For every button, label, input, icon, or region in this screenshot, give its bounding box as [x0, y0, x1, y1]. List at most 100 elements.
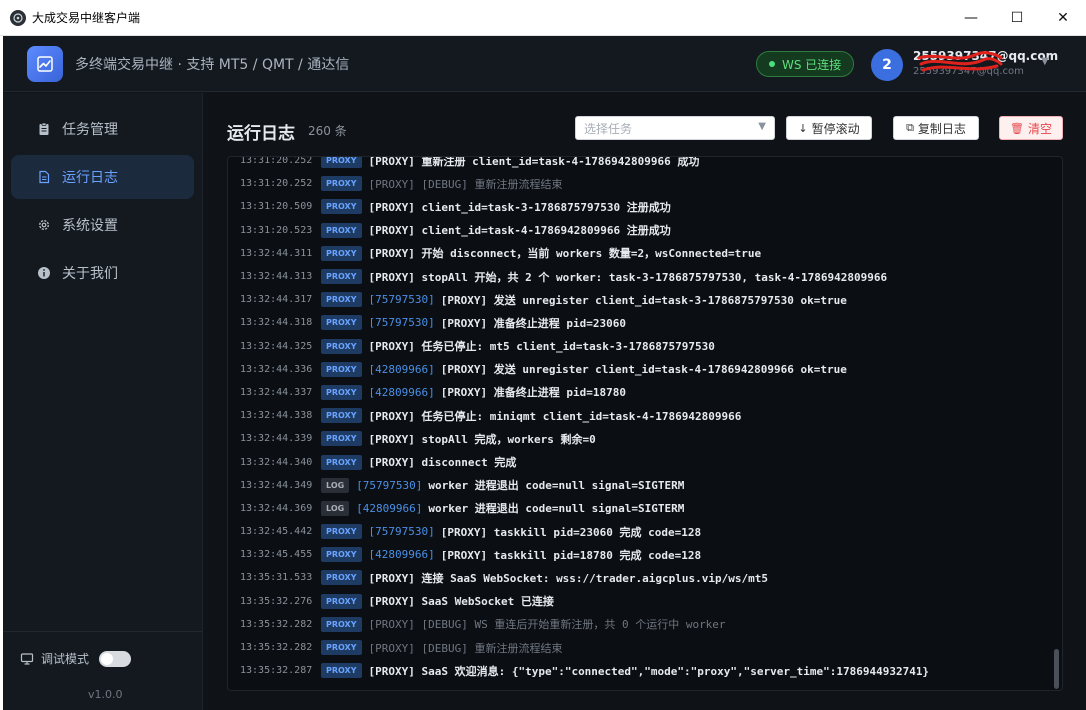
log-row: 13:31:20.509 PROXY [PROXY] client_id=task-…: [228, 195, 1048, 218]
pause-scroll-button[interactable]: ↓ 暂停滚动: [786, 116, 872, 140]
log-level-badge: LOG: [321, 477, 350, 493]
log-level-badge: PROXY: [321, 176, 362, 192]
debug-mode-toggle[interactable]: [99, 650, 132, 667]
log-level-badge: PROXY: [321, 269, 362, 285]
log-message: [PROXY] [DEBUG] 重新注册流程结束: [368, 641, 563, 655]
debug-mode-label: 调试模式: [41, 652, 90, 666]
app-header-title: 多终端交易中继 · 支持 MT5 / QMT / 通达信: [75, 56, 350, 73]
log-message: [PROXY] taskkill pid=23060 完成 code=128: [440, 525, 702, 539]
log-row: 13:32:44.313 PROXY [PROXY] stopAll 开始，共 2 …: [228, 265, 1048, 288]
log-row: 13:31:20.252 PROXY [PROXY] 重新注册 client_id=…: [228, 156, 1048, 172]
log-source-id: [42809966]: [368, 548, 435, 562]
log-level-badge: PROXY: [321, 157, 362, 169]
info-icon: [36, 265, 52, 281]
chevron-down-icon[interactable]: ▼: [1041, 56, 1049, 67]
log-timestamp: 13:32:45.455: [240, 549, 313, 561]
log-level-badge: PROXY: [321, 292, 362, 308]
log-timestamp: 13:31:20.523: [240, 224, 313, 236]
pause-scroll-label: 暂停滚动: [811, 121, 860, 136]
log-panel[interactable]: 13:31:20.252 PROXY [PROXY] 重新注册 client_id=…: [227, 156, 1063, 691]
toggle-knob: [101, 652, 114, 665]
log-source-id: [75797530]: [368, 293, 435, 307]
sidebar-item-label: 运行日志: [62, 170, 118, 186]
log-row: 13:32:44.349 LOG [75797530] worker 进程退出 cod…: [228, 474, 1048, 497]
log-row: 13:32:44.338 PROXY [PROXY] 任务已停止: miniqmt …: [228, 404, 1048, 427]
avatar[interactable]: 2: [871, 49, 903, 81]
sidebar-item-tasks[interactable]: 任务管理: [11, 107, 194, 151]
log-row: 13:32:45.442 PROXY [75797530] [PROXY] taskk…: [228, 520, 1048, 543]
log-message: [PROXY] disconnect 完成: [368, 456, 517, 470]
log-timestamp: 13:32:44.340: [240, 456, 313, 468]
log-timestamp: 13:31:20.509: [240, 201, 313, 213]
log-message: [PROXY] 重新注册 client_id=task-4-1786942809…: [368, 156, 700, 168]
log-timestamp: 13:35:32.276: [240, 595, 313, 607]
log-level-badge: PROXY: [321, 454, 362, 470]
log-level-badge: PROXY: [321, 338, 362, 354]
log-level-badge: PROXY: [321, 384, 362, 400]
log-row: 13:35:31.533 PROXY [PROXY] 连接 SaaS WebSock…: [228, 566, 1048, 589]
clipboard-icon: [36, 121, 52, 137]
debug-mode-row: 调试模式: [20, 650, 132, 667]
clear-log-button[interactable]: 🗑 清空: [999, 116, 1063, 140]
trash-icon: 🗑: [1010, 121, 1024, 135]
log-message: [PROXY] 任务已停止: mt5 client_id=task-3-1786…: [368, 340, 715, 354]
arrow-down-icon: ↓: [798, 121, 808, 135]
log-message: [PROXY] [DEBUG] WS 重连后开始重新注册，共 0 个运行中 wo…: [368, 618, 726, 632]
log-row: 13:32:44.339 PROXY [PROXY] stopAll 完成，work…: [228, 427, 1048, 450]
task-select-placeholder: 选择任务: [584, 121, 633, 136]
sidebar-item-about[interactable]: 关于我们: [11, 251, 194, 295]
log-level-badge: LOG: [321, 500, 350, 516]
monitor-icon: [20, 652, 34, 665]
log-timestamp: 13:32:44.339: [240, 433, 313, 445]
sidebar-item-label: 关于我们: [62, 266, 118, 282]
log-timestamp: 13:31:20.252: [240, 178, 313, 190]
log-timestamp: 13:32:44.349: [240, 479, 313, 491]
log-message: [PROXY] [DEBUG] 重新注册流程结束: [368, 177, 563, 191]
log-row: 13:32:44.337 PROXY [42809966] [PROXY] 准备终止进…: [228, 381, 1048, 404]
clear-log-label: 清空: [1027, 121, 1052, 136]
log-timestamp: 13:31:20.252: [240, 156, 313, 167]
log-row: 13:32:44.325 PROXY [PROXY] 任务已停止: mt5 clie…: [228, 335, 1048, 358]
log-timestamp: 13:32:44.318: [240, 317, 313, 329]
log-count: 260 条: [308, 124, 347, 138]
log-level-badge: PROXY: [321, 616, 362, 632]
log-level-badge: PROXY: [321, 222, 362, 238]
sidebar: 任务管理 运行日志 系统设置 关于我们 调试模式 v1.0.0: [3, 93, 203, 710]
close-button[interactable]: ✕: [1040, 0, 1086, 36]
log-row: 13:35:32.282 PROXY [PROXY] [DEBUG] 重新注册流程结…: [228, 636, 1048, 659]
log-level-badge: PROXY: [321, 199, 362, 215]
log-timestamp: 13:32:44.317: [240, 294, 313, 306]
task-select[interactable]: 选择任务 ▼: [575, 116, 775, 140]
log-level-badge: PROXY: [321, 245, 362, 261]
log-timestamp: 13:32:44.338: [240, 410, 313, 422]
app-icon: [10, 9, 26, 26]
log-row: 13:32:44.311 PROXY [PROXY] 开始 disconnect，当…: [228, 242, 1048, 265]
log-row: 13:32:44.317 PROXY [75797530] [PROXY] 发送 un…: [228, 288, 1048, 311]
sidebar-item-logs[interactable]: 运行日志: [11, 155, 194, 199]
sidebar-item-settings[interactable]: 系统设置: [11, 203, 194, 247]
log-level-badge: PROXY: [321, 570, 362, 586]
log-timestamp: 13:32:44.337: [240, 386, 313, 398]
log-row: 13:32:44.369 LOG [42809966] worker 进程退出 cod…: [228, 497, 1048, 520]
log-scrollbar[interactable]: [1054, 649, 1059, 689]
log-message: [PROXY] SaaS WebSocket 已连接: [368, 595, 554, 609]
log-timestamp: 13:35:32.282: [240, 642, 313, 654]
minimize-button[interactable]: —: [948, 0, 994, 36]
redaction-scribble: [917, 51, 1003, 72]
log-row: 13:31:20.252 PROXY [PROXY] [DEBUG] 重新注册流程结…: [228, 172, 1048, 195]
copy-log-label: 复制日志: [917, 121, 966, 136]
log-timestamp: 13:35:32.287: [240, 665, 313, 677]
log-level-badge: PROXY: [321, 663, 362, 679]
chevron-down-icon: ▼: [758, 121, 766, 132]
log-source-id: [75797530]: [368, 525, 435, 539]
maximize-button[interactable]: ☐: [994, 0, 1040, 36]
status-dot-icon: [769, 61, 775, 67]
copy-log-button[interactable]: ⧉ 复制日志: [893, 116, 979, 140]
sidebar-item-label: 任务管理: [62, 122, 118, 138]
gear-icon: [36, 217, 52, 233]
log-message: [PROXY] taskkill pid=18780 完成 code=128: [440, 548, 702, 562]
log-timestamp: 13:35:31.533: [240, 572, 313, 584]
log-list: 13:31:20.252 PROXY [PROXY] 重新注册 client_id=…: [228, 156, 1048, 682]
log-row: 13:31:20.523 PROXY [PROXY] client_id=task-…: [228, 219, 1048, 242]
log-message: [PROXY] 发送 unregister client_id=task-4-1…: [440, 363, 847, 377]
